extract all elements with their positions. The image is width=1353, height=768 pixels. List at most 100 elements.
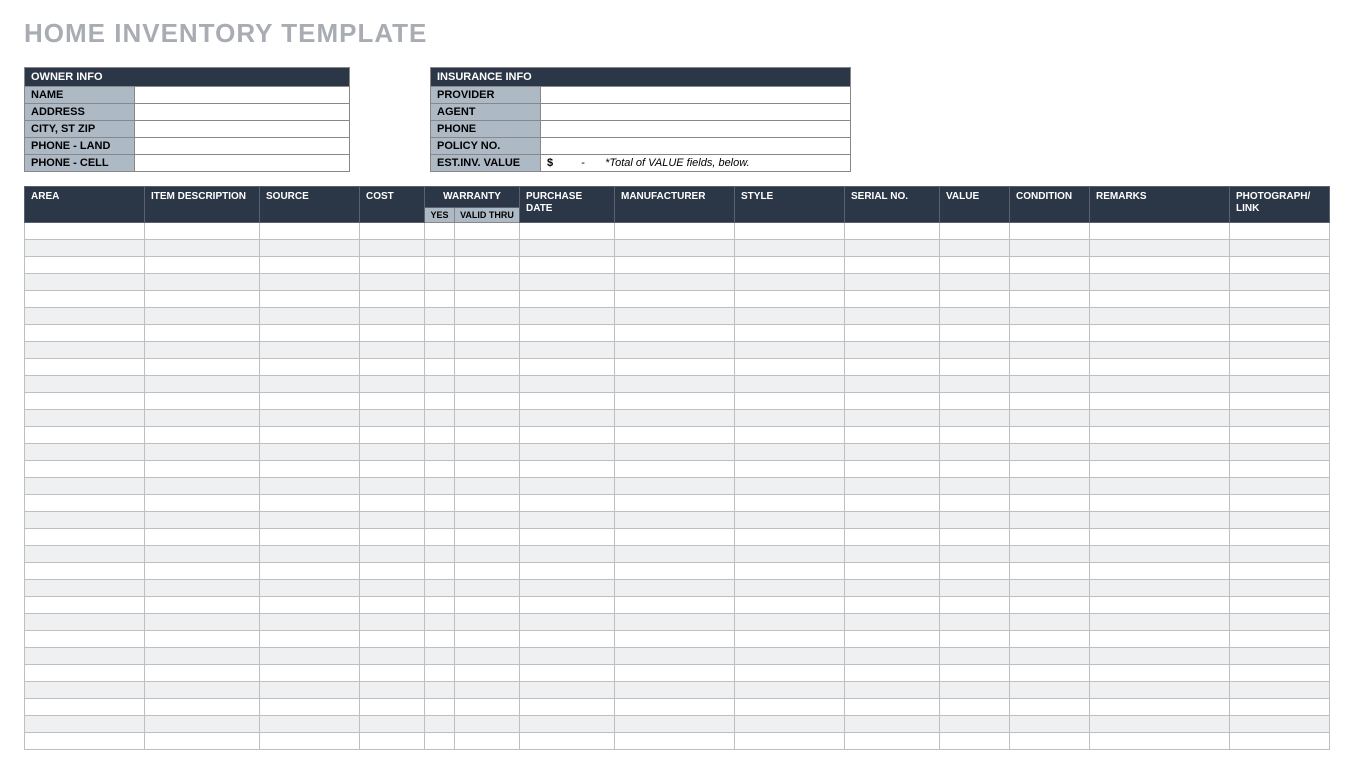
cell[interactable] bbox=[735, 494, 845, 511]
cell[interactable] bbox=[615, 647, 735, 664]
cell[interactable] bbox=[260, 443, 360, 460]
cell[interactable] bbox=[425, 698, 455, 715]
cell[interactable] bbox=[145, 562, 260, 579]
cell[interactable] bbox=[455, 290, 520, 307]
cell[interactable] bbox=[145, 239, 260, 256]
cell[interactable] bbox=[1090, 222, 1230, 239]
cell[interactable] bbox=[735, 596, 845, 613]
cell[interactable] bbox=[845, 528, 940, 545]
cell[interactable] bbox=[615, 222, 735, 239]
cell[interactable] bbox=[940, 409, 1010, 426]
cell[interactable] bbox=[360, 528, 425, 545]
cell[interactable] bbox=[145, 545, 260, 562]
cell[interactable] bbox=[845, 562, 940, 579]
cell[interactable] bbox=[940, 494, 1010, 511]
cell[interactable] bbox=[425, 443, 455, 460]
cell[interactable] bbox=[735, 477, 845, 494]
cell[interactable] bbox=[615, 528, 735, 545]
cell[interactable] bbox=[1090, 528, 1230, 545]
cell[interactable] bbox=[1010, 562, 1090, 579]
cell[interactable] bbox=[520, 511, 615, 528]
cell[interactable] bbox=[940, 273, 1010, 290]
cell[interactable] bbox=[735, 392, 845, 409]
cell[interactable] bbox=[615, 256, 735, 273]
cell[interactable] bbox=[1090, 460, 1230, 477]
cell[interactable] bbox=[1010, 256, 1090, 273]
cell[interactable] bbox=[940, 562, 1010, 579]
cell[interactable] bbox=[520, 443, 615, 460]
cell[interactable] bbox=[260, 715, 360, 732]
cell[interactable] bbox=[455, 324, 520, 341]
cell[interactable] bbox=[1230, 392, 1330, 409]
cell[interactable] bbox=[1010, 647, 1090, 664]
cell[interactable] bbox=[145, 256, 260, 273]
cell[interactable] bbox=[940, 732, 1010, 749]
cell[interactable] bbox=[615, 426, 735, 443]
cell[interactable] bbox=[845, 307, 940, 324]
cell[interactable] bbox=[845, 511, 940, 528]
cell[interactable] bbox=[360, 664, 425, 681]
cell[interactable] bbox=[520, 732, 615, 749]
cell[interactable] bbox=[845, 256, 940, 273]
cell[interactable] bbox=[520, 715, 615, 732]
cell[interactable] bbox=[260, 222, 360, 239]
cell[interactable] bbox=[1230, 358, 1330, 375]
cell[interactable] bbox=[520, 239, 615, 256]
cell[interactable] bbox=[425, 341, 455, 358]
cell[interactable] bbox=[520, 630, 615, 647]
cell[interactable] bbox=[735, 528, 845, 545]
cell[interactable] bbox=[845, 698, 940, 715]
cell[interactable] bbox=[25, 698, 145, 715]
cell[interactable] bbox=[425, 562, 455, 579]
cell[interactable] bbox=[520, 256, 615, 273]
cell[interactable] bbox=[940, 596, 1010, 613]
cell[interactable] bbox=[145, 324, 260, 341]
cell[interactable] bbox=[1010, 511, 1090, 528]
cell[interactable] bbox=[940, 324, 1010, 341]
cell[interactable] bbox=[145, 715, 260, 732]
cell[interactable] bbox=[615, 324, 735, 341]
cell[interactable] bbox=[735, 732, 845, 749]
cell[interactable] bbox=[845, 630, 940, 647]
cell[interactable] bbox=[25, 324, 145, 341]
cell[interactable] bbox=[615, 545, 735, 562]
cell[interactable] bbox=[520, 222, 615, 239]
cell[interactable] bbox=[260, 562, 360, 579]
owner-address-value[interactable] bbox=[135, 104, 350, 121]
cell[interactable] bbox=[455, 698, 520, 715]
cell[interactable] bbox=[1230, 477, 1330, 494]
cell[interactable] bbox=[260, 290, 360, 307]
cell[interactable] bbox=[260, 307, 360, 324]
cell[interactable] bbox=[615, 715, 735, 732]
cell[interactable] bbox=[425, 324, 455, 341]
cell[interactable] bbox=[940, 528, 1010, 545]
cell[interactable] bbox=[360, 681, 425, 698]
cell[interactable] bbox=[940, 664, 1010, 681]
cell[interactable] bbox=[845, 664, 940, 681]
cell[interactable] bbox=[145, 698, 260, 715]
cell[interactable] bbox=[25, 358, 145, 375]
cell[interactable] bbox=[360, 562, 425, 579]
cell[interactable] bbox=[260, 664, 360, 681]
cell[interactable] bbox=[360, 647, 425, 664]
cell[interactable] bbox=[1010, 426, 1090, 443]
cell[interactable] bbox=[1010, 664, 1090, 681]
cell[interactable] bbox=[735, 647, 845, 664]
cell[interactable] bbox=[455, 341, 520, 358]
cell[interactable] bbox=[940, 443, 1010, 460]
cell[interactable] bbox=[615, 443, 735, 460]
cell[interactable] bbox=[455, 239, 520, 256]
cell[interactable] bbox=[1010, 239, 1090, 256]
cell[interactable] bbox=[145, 494, 260, 511]
cell[interactable] bbox=[1010, 375, 1090, 392]
cell[interactable] bbox=[520, 307, 615, 324]
cell[interactable] bbox=[1010, 681, 1090, 698]
cell[interactable] bbox=[520, 562, 615, 579]
cell[interactable] bbox=[615, 375, 735, 392]
cell[interactable] bbox=[1090, 579, 1230, 596]
cell[interactable] bbox=[25, 409, 145, 426]
cell[interactable] bbox=[455, 732, 520, 749]
cell[interactable] bbox=[520, 596, 615, 613]
cell[interactable] bbox=[940, 358, 1010, 375]
cell[interactable] bbox=[145, 664, 260, 681]
